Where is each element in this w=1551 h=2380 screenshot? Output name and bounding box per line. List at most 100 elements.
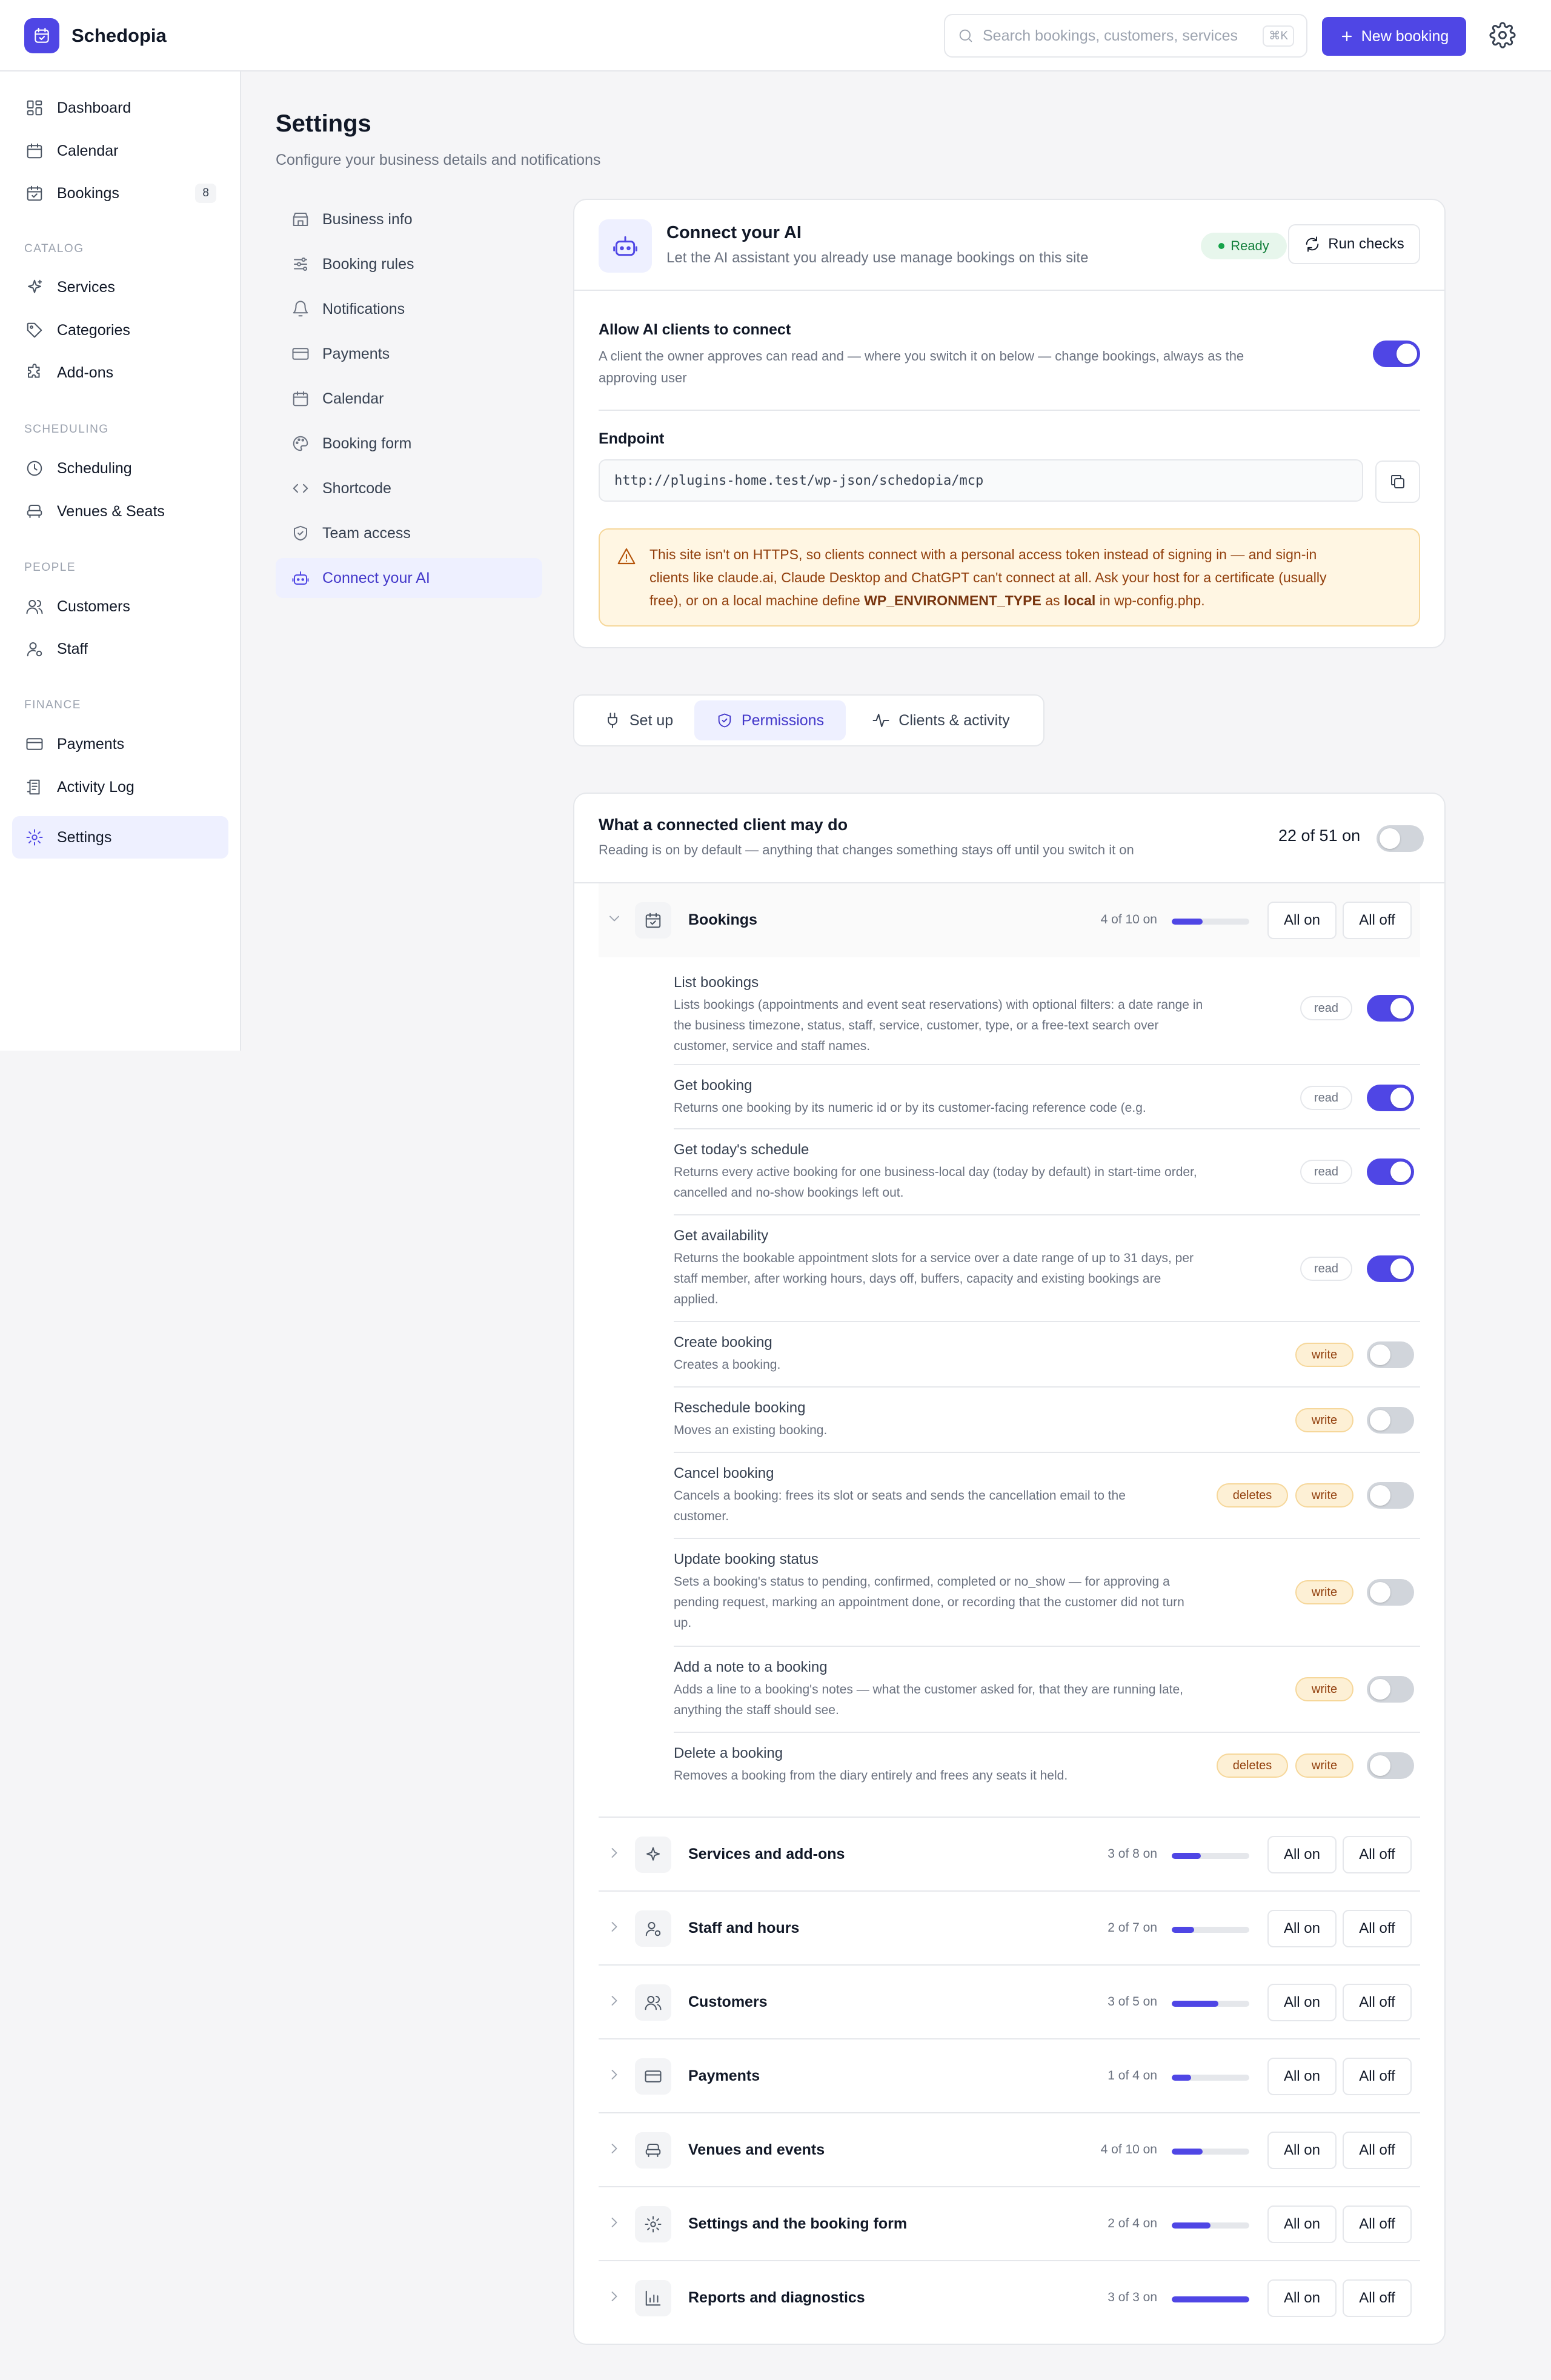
all-on-button[interactable]: All on bbox=[1267, 2205, 1337, 2243]
group-name: Venues and events bbox=[688, 2141, 825, 2158]
all-on-button[interactable]: All on bbox=[1267, 902, 1337, 939]
all-on-button[interactable]: All on bbox=[1267, 2132, 1337, 2169]
tool-toggle[interactable] bbox=[1367, 1341, 1414, 1368]
tool-toggle[interactable] bbox=[1367, 1482, 1414, 1509]
settings-nav-team-access[interactable]: Team access bbox=[276, 513, 542, 553]
allow-clients-title: Allow AI clients to connect bbox=[599, 321, 791, 338]
tab-clients-activity[interactable]: Clients & activity bbox=[848, 700, 1034, 740]
all-on-button[interactable]: All on bbox=[1267, 2058, 1337, 2095]
all-on-button[interactable]: All on bbox=[1267, 1910, 1337, 1947]
sidebar-item-services[interactable]: Services bbox=[12, 266, 228, 308]
sidebar-item-add-ons[interactable]: Add-ons bbox=[12, 351, 228, 394]
tool-toggle[interactable] bbox=[1367, 1676, 1414, 1703]
tool-toggle[interactable] bbox=[1367, 1255, 1414, 1282]
all-off-button[interactable]: All off bbox=[1343, 2132, 1412, 2169]
settings-nav-label: Notifications bbox=[322, 300, 405, 317]
permission-group-customers[interactable]: Customers 3 of 5 on All on All off bbox=[599, 1964, 1420, 2038]
tool-toggle[interactable] bbox=[1367, 1158, 1414, 1185]
tool-name: Get today's schedule bbox=[674, 1142, 809, 1158]
all-off-button[interactable]: All off bbox=[1343, 1836, 1412, 1873]
sidebar-item-categories[interactable]: Categories bbox=[12, 309, 228, 351]
settings-nav-business-info[interactable]: Business info bbox=[276, 199, 542, 239]
settings-nav-notifications[interactable]: Notifications bbox=[276, 289, 542, 329]
settings-gear-button[interactable] bbox=[1489, 22, 1516, 48]
settings-nav-booking-rules[interactable]: Booking rules bbox=[276, 244, 542, 284]
endpoint-field[interactable]: http://plugins-home.test/wp-json/schedop… bbox=[599, 459, 1363, 502]
shield-icon bbox=[718, 713, 731, 728]
tab-set-up[interactable]: Set up bbox=[585, 700, 692, 740]
all-off-button[interactable]: All off bbox=[1343, 2279, 1412, 2317]
sidebar-item-staff[interactable]: Staff bbox=[12, 628, 228, 670]
chevron-right-icon[interactable] bbox=[606, 1844, 623, 1861]
tab-label: Permissions bbox=[741, 711, 825, 729]
chevron-right-icon[interactable] bbox=[606, 2214, 623, 2231]
permission-group-venues[interactable]: Venues and events 4 of 10 on All on All … bbox=[599, 2112, 1420, 2186]
sidebar-item-dashboard[interactable]: Dashboard bbox=[12, 87, 228, 129]
seat-icon bbox=[24, 501, 45, 522]
group-progress-fill bbox=[1172, 2149, 1203, 2155]
sidebar-item-bookings[interactable]: Bookings 8 bbox=[12, 172, 228, 214]
sidebar-item-venues-seats[interactable]: Venues & Seats bbox=[12, 490, 228, 533]
sidebar-item-calendar[interactable]: Calendar bbox=[12, 130, 228, 172]
permission-group-reports[interactable]: Reports and diagnostics 3 of 3 on All on… bbox=[599, 2260, 1420, 2334]
sidebar-item-activity-log[interactable]: Activity Log bbox=[12, 766, 228, 808]
all-off-button[interactable]: All off bbox=[1343, 2058, 1412, 2095]
allow-clients-toggle[interactable] bbox=[1373, 341, 1420, 367]
tool-name: Get availability bbox=[674, 1228, 769, 1244]
group-name: Staff and hours bbox=[688, 1920, 800, 1936]
chevron-right-icon[interactable] bbox=[606, 2066, 623, 2083]
copy-endpoint-button[interactable] bbox=[1375, 460, 1420, 503]
warning-text-line: This site isn't on HTTPS, so clients con… bbox=[649, 547, 1317, 562]
tool-toggle[interactable] bbox=[1367, 995, 1414, 1022]
bell-icon bbox=[291, 299, 310, 319]
run-checks-button[interactable]: Run checks bbox=[1288, 224, 1420, 264]
all-off-button[interactable]: All off bbox=[1343, 1910, 1412, 1947]
users-icon bbox=[24, 596, 45, 617]
settings-nav-connect-ai[interactable]: Connect your AI bbox=[276, 558, 542, 598]
tool-toggle[interactable] bbox=[1367, 1752, 1414, 1779]
tool-toggle[interactable] bbox=[1367, 1579, 1414, 1606]
chevron-right-icon[interactable] bbox=[606, 1992, 623, 2009]
tool-toggle[interactable] bbox=[1367, 1407, 1414, 1434]
brand[interactable]: Schedopia bbox=[24, 18, 167, 53]
permissions-count: 22 of 51 on bbox=[1278, 826, 1361, 845]
sidebar-item-settings[interactable]: Settings bbox=[12, 816, 228, 859]
all-on-button[interactable]: All on bbox=[1267, 1984, 1337, 2021]
chevron-right-icon[interactable] bbox=[606, 2140, 623, 2157]
tool-name: Cancel booking bbox=[674, 1465, 774, 1481]
group-progress-bar bbox=[1172, 2222, 1249, 2229]
tab-permissions[interactable]: Permissions bbox=[694, 700, 846, 740]
permission-group-bookings[interactable]: Bookings 4 of 10 on All on All off bbox=[599, 883, 1420, 957]
all-on-button[interactable]: All on bbox=[1267, 1836, 1337, 1873]
chevron-down-icon[interactable] bbox=[606, 910, 623, 927]
sidebar-item-payments[interactable]: Payments bbox=[12, 723, 228, 765]
all-off-button[interactable]: All off bbox=[1343, 902, 1412, 939]
sidebar-section-title: CATALOG bbox=[24, 242, 84, 255]
all-permissions-toggle[interactable] bbox=[1377, 825, 1424, 852]
settings-nav-shortcode[interactable]: Shortcode bbox=[276, 468, 542, 508]
sidebar-item-scheduling[interactable]: Scheduling bbox=[12, 447, 228, 490]
group-count: 2 of 7 on bbox=[1108, 1921, 1157, 1935]
settings-nav-label: Calendar bbox=[322, 390, 384, 407]
all-off-button[interactable]: All off bbox=[1343, 2205, 1412, 2243]
chevron-right-icon[interactable] bbox=[606, 2288, 623, 2305]
settings-nav-payments[interactable]: Payments bbox=[276, 334, 542, 374]
allow-clients-desc-line: A client the owner approves can read and… bbox=[599, 348, 1244, 364]
tool-desc-line: Cancels a booking: frees its slot or sea… bbox=[674, 1489, 1126, 1503]
permission-group-settings[interactable]: Settings and the booking form 2 of 4 on … bbox=[599, 2186, 1420, 2260]
settings-nav-booking-form[interactable]: Booking form bbox=[276, 424, 542, 464]
permission-group-services[interactable]: Services and add-ons 3 of 8 on All on Al… bbox=[599, 1817, 1420, 1890]
search-input[interactable]: Search bookings, customers, services bbox=[983, 27, 1254, 45]
permission-group-payments[interactable]: Payments 1 of 4 on All on All off bbox=[599, 2038, 1420, 2112]
all-on-button[interactable]: All on bbox=[1267, 2279, 1337, 2317]
tool-desc-line: Creates a booking. bbox=[674, 1358, 781, 1372]
permission-group-staff[interactable]: Staff and hours 2 of 7 on All on All off bbox=[599, 1890, 1420, 1964]
search-box[interactable]: Search bookings, customers, services ⌘K bbox=[944, 14, 1307, 58]
new-booking-button[interactable]: New booking bbox=[1322, 17, 1466, 56]
settings-nav-calendar[interactable]: Calendar bbox=[276, 379, 542, 419]
chevron-right-icon[interactable] bbox=[606, 1918, 623, 1935]
all-off-button[interactable]: All off bbox=[1343, 1984, 1412, 2021]
sidebar-item-customers[interactable]: Customers bbox=[12, 585, 228, 628]
search-icon bbox=[959, 29, 972, 42]
tool-toggle[interactable] bbox=[1367, 1085, 1414, 1111]
